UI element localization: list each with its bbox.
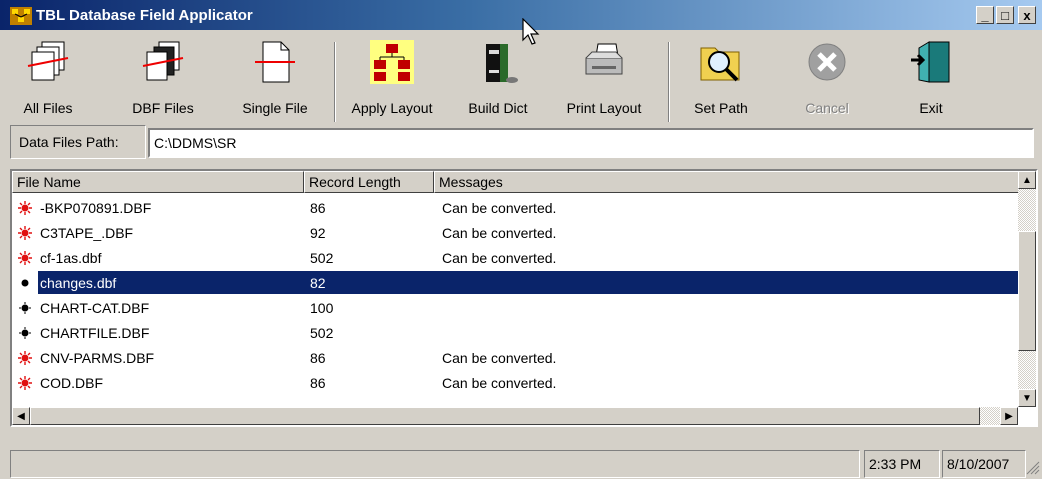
set-path-label: Set Path — [694, 100, 748, 116]
column-header-file-name[interactable]: File Name — [12, 171, 304, 193]
record-length: 86 — [310, 200, 326, 216]
file-list: File Name Record Length Messages -BKP070… — [10, 169, 1038, 427]
status-time: 2:33 PM — [864, 450, 940, 478]
status-date: 8/10/2007 — [942, 450, 1026, 478]
message: Can be converted. — [442, 350, 557, 366]
title-bar: TBL Database Field Applicator _ □ x — [0, 0, 1042, 30]
dbf-files-button[interactable]: DBF Files — [118, 32, 208, 122]
convertible-status-icon — [18, 351, 32, 365]
message: Can be converted. — [442, 250, 557, 266]
folder-search-icon — [700, 47, 740, 82]
column-header-record-length[interactable]: Record Length — [304, 171, 434, 193]
toolbar: All Files DBF Files Single File Apply La… — [8, 32, 1042, 122]
build-dict-button[interactable]: Build Dict — [456, 32, 540, 122]
file-row[interactable]: changes.dbf 82 — [12, 270, 1022, 295]
scroll-left-button[interactable]: ◀ — [12, 407, 30, 425]
print-layout-button[interactable]: Print Layout — [554, 32, 654, 122]
all-files-icon — [27, 41, 69, 81]
exit-button[interactable]: Exit — [890, 32, 972, 122]
single-file-icon — [255, 41, 295, 83]
column-header-messages[interactable]: Messages — [434, 171, 1022, 193]
file-row[interactable]: -BKP070891.DBF 86 Can be converted. — [12, 195, 1022, 220]
scroll-down-button[interactable]: ▼ — [1018, 389, 1036, 407]
message: Can be converted. — [442, 225, 557, 241]
horizontal-scroll-thumb[interactable] — [30, 407, 980, 425]
apply-layout-label: Apply Layout — [351, 100, 433, 116]
exit-label: Exit — [919, 100, 943, 116]
data-files-path-input[interactable] — [148, 128, 1034, 158]
app-icon — [10, 7, 32, 25]
scroll-right-button[interactable]: ▶ — [1000, 407, 1018, 425]
file-row[interactable]: cf-1as.dbf 502 Can be converted. — [12, 245, 1022, 270]
data-path-bar: Data Files Path: — [10, 125, 1038, 161]
resize-grip-icon[interactable] — [1026, 460, 1040, 476]
horizontal-scrollbar[interactable]: ◀ ▶ — [12, 407, 1018, 425]
convertible-status-icon — [18, 201, 32, 215]
file-row[interactable]: COD.DBF 86 Can be converted. — [12, 370, 1022, 395]
file-name: COD.DBF — [40, 375, 103, 391]
record-length: 82 — [310, 275, 326, 291]
exit-door-icon — [911, 41, 950, 83]
file-row[interactable]: CHART-CAT.DBF 100 — [12, 295, 1022, 320]
record-length: 92 — [310, 225, 326, 241]
toolbar-separator — [334, 42, 336, 122]
dbf-files-icon — [142, 41, 184, 81]
record-length: 86 — [310, 350, 326, 366]
record-length: 100 — [310, 300, 334, 316]
cancel-button[interactable]: Cancel — [786, 32, 868, 122]
status-message — [10, 450, 860, 478]
all-files-label: All Files — [23, 100, 73, 116]
vertical-scroll-thumb[interactable] — [1018, 231, 1036, 351]
close-button[interactable]: x — [1018, 6, 1036, 24]
file-name: CHART-CAT.DBF — [40, 300, 150, 316]
file-row[interactable]: C3TAPE_.DBF 92 Can be converted. — [12, 220, 1022, 245]
scroll-up-button[interactable]: ▲ — [1018, 171, 1036, 189]
file-name: C3TAPE_.DBF — [40, 225, 134, 241]
status-dot-icon — [19, 302, 31, 314]
set-path-button[interactable]: Set Path — [680, 32, 762, 122]
print-layout-label: Print Layout — [566, 100, 642, 116]
build-dict-icon — [486, 44, 518, 83]
all-files-button[interactable]: All Files — [8, 32, 88, 122]
toolbar-separator — [668, 42, 670, 122]
cancel-label: Cancel — [805, 100, 849, 116]
convertible-status-icon — [18, 376, 32, 390]
file-name: cf-1as.dbf — [40, 250, 102, 266]
file-row[interactable]: CHARTFILE.DBF 502 — [12, 320, 1022, 345]
file-name: CHARTFILE.DBF — [40, 325, 150, 341]
file-row[interactable]: CNV-PARMS.DBF 86 Can be converted. — [12, 345, 1022, 370]
file-name: CNV-PARMS.DBF — [40, 350, 155, 366]
file-name: -BKP070891.DBF — [40, 200, 152, 216]
message: Can be converted. — [442, 200, 557, 216]
single-file-label: Single File — [242, 100, 308, 116]
convertible-status-icon — [18, 226, 32, 240]
cancel-icon — [808, 43, 846, 81]
single-file-button[interactable]: Single File — [230, 32, 320, 122]
build-dict-label: Build Dict — [468, 100, 528, 116]
status-bar: 2:33 PM 8/10/2007 — [10, 450, 1040, 478]
dbf-files-label: DBF Files — [132, 100, 194, 116]
file-name: changes.dbf — [40, 275, 117, 291]
vertical-scrollbar[interactable]: ▲ ▼ — [1018, 171, 1036, 407]
window-title: TBL Database Field Applicator — [36, 7, 253, 24]
apply-layout-button[interactable]: Apply Layout — [342, 32, 442, 122]
record-length: 86 — [310, 375, 326, 391]
record-length: 502 — [310, 325, 334, 341]
minimize-button[interactable]: _ — [976, 6, 994, 24]
convertible-status-icon — [18, 251, 32, 265]
printer-icon — [585, 43, 623, 75]
status-dot-icon — [19, 277, 31, 289]
message: Can be converted. — [442, 375, 557, 391]
record-length: 502 — [310, 250, 334, 266]
apply-layout-icon — [370, 40, 414, 84]
selection-highlight — [38, 271, 1020, 294]
status-dot-icon — [19, 327, 31, 339]
data-files-path-label: Data Files Path: — [10, 125, 146, 159]
maximize-button[interactable]: □ — [996, 6, 1014, 24]
